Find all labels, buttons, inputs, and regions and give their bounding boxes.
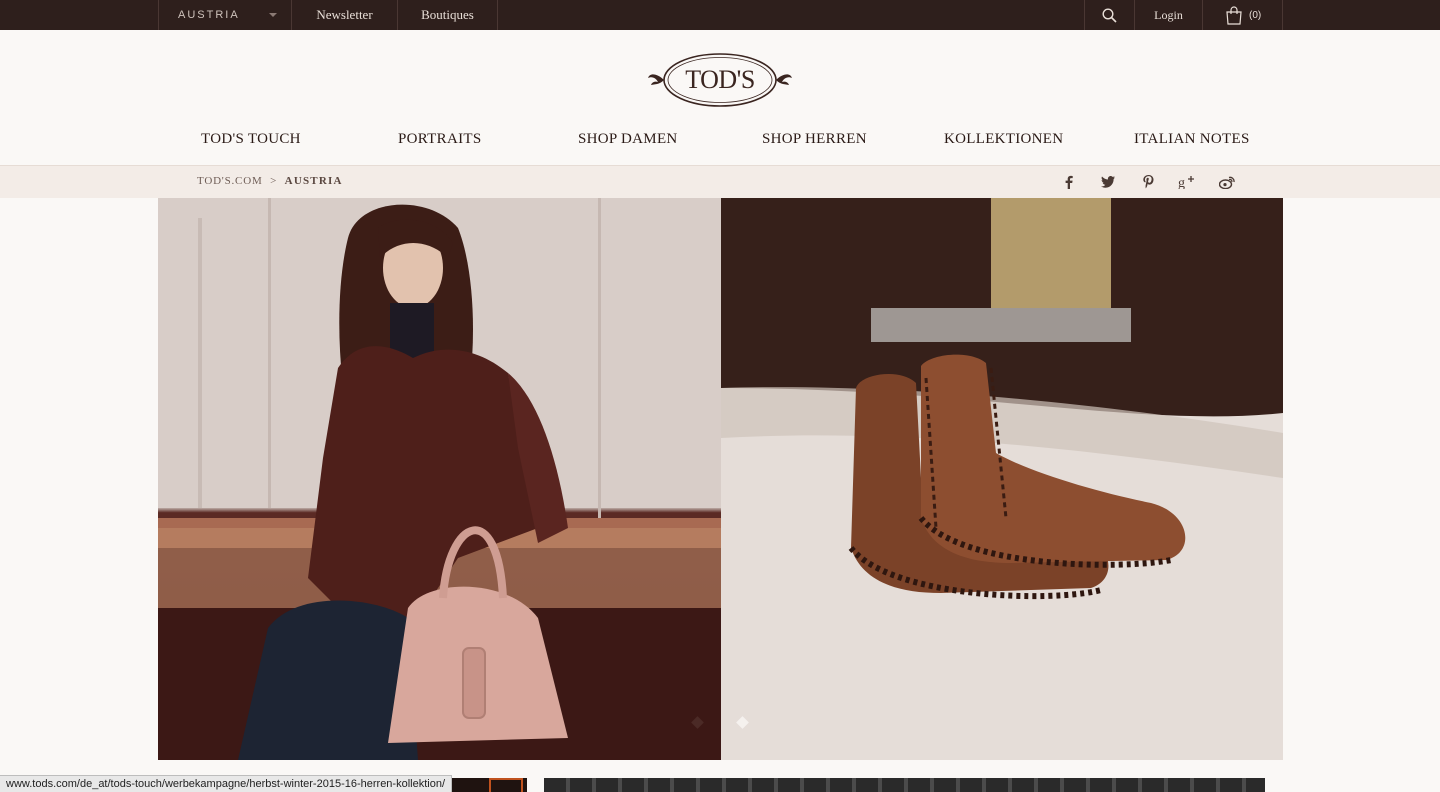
- breadcrumb-root[interactable]: TOD'S.COM: [197, 175, 263, 187]
- feature-tile-2[interactable]: [544, 778, 1265, 792]
- search-icon: [1102, 7, 1117, 23]
- weibo-link[interactable]: [1217, 172, 1237, 192]
- nav-shop-herren[interactable]: SHOP HERREN: [762, 131, 867, 148]
- nav-italian-notes[interactable]: ITALIAN NOTES: [1134, 131, 1250, 148]
- hero-image-women[interactable]: [158, 198, 721, 760]
- boutiques-link[interactable]: Boutiques: [398, 0, 498, 30]
- newsletter-link[interactable]: Newsletter: [292, 0, 398, 30]
- twitter-link[interactable]: [1098, 172, 1118, 192]
- main-navigation: TOD'S TOUCH PORTRAITS SHOP DAMEN SHOP HE…: [0, 131, 1440, 161]
- facebook-icon: [1065, 175, 1073, 189]
- campaign-photo-women: [158, 198, 721, 760]
- brand-logo[interactable]: TOD'S: [646, 49, 794, 111]
- breadcrumb-separator: >: [270, 175, 278, 187]
- country-label: AUSTRIA: [178, 9, 240, 21]
- login-link[interactable]: Login: [1135, 0, 1203, 30]
- pinterest-icon: [1142, 175, 1153, 189]
- nav-tods-touch[interactable]: TOD'S TOUCH: [201, 131, 301, 148]
- shopping-bag-icon: [1226, 5, 1242, 25]
- logo-wordmark: TOD'S: [685, 65, 755, 94]
- google-plus-icon: g: [1178, 176, 1194, 189]
- cart-button[interactable]: (0): [1203, 0, 1283, 30]
- nav-kollektionen[interactable]: KOLLEKTIONEN: [944, 131, 1063, 148]
- feature-tile-1-frame: [489, 778, 523, 792]
- browser-status-url: www.tods.com/de_at/tods-touch/werbekampa…: [0, 775, 453, 792]
- chevron-down-icon: [269, 13, 277, 17]
- google-plus-link[interactable]: g: [1177, 172, 1197, 192]
- breadcrumb-current: AUSTRIA: [284, 175, 343, 187]
- facebook-link[interactable]: [1059, 172, 1079, 192]
- svg-text:g: g: [1178, 176, 1185, 189]
- pinterest-link[interactable]: [1138, 172, 1158, 192]
- nav-portraits[interactable]: PORTRAITS: [398, 131, 481, 148]
- campaign-photo-boots: [721, 198, 1283, 760]
- search-button[interactable]: [1084, 0, 1135, 30]
- breadcrumb-bar: TOD'S.COM > AUSTRIA g: [0, 165, 1440, 198]
- nav-shop-damen[interactable]: SHOP DAMEN: [578, 131, 678, 148]
- country-selector[interactable]: AUSTRIA: [158, 0, 292, 30]
- cart-count: (0): [1249, 9, 1262, 21]
- weibo-icon: [1219, 176, 1235, 189]
- top-bar: AUSTRIA Newsletter Boutiques Login (0): [0, 0, 1440, 30]
- breadcrumb: TOD'S.COM > AUSTRIA: [197, 175, 343, 187]
- twitter-icon: [1101, 176, 1115, 188]
- hero-image-boots[interactable]: [721, 198, 1283, 760]
